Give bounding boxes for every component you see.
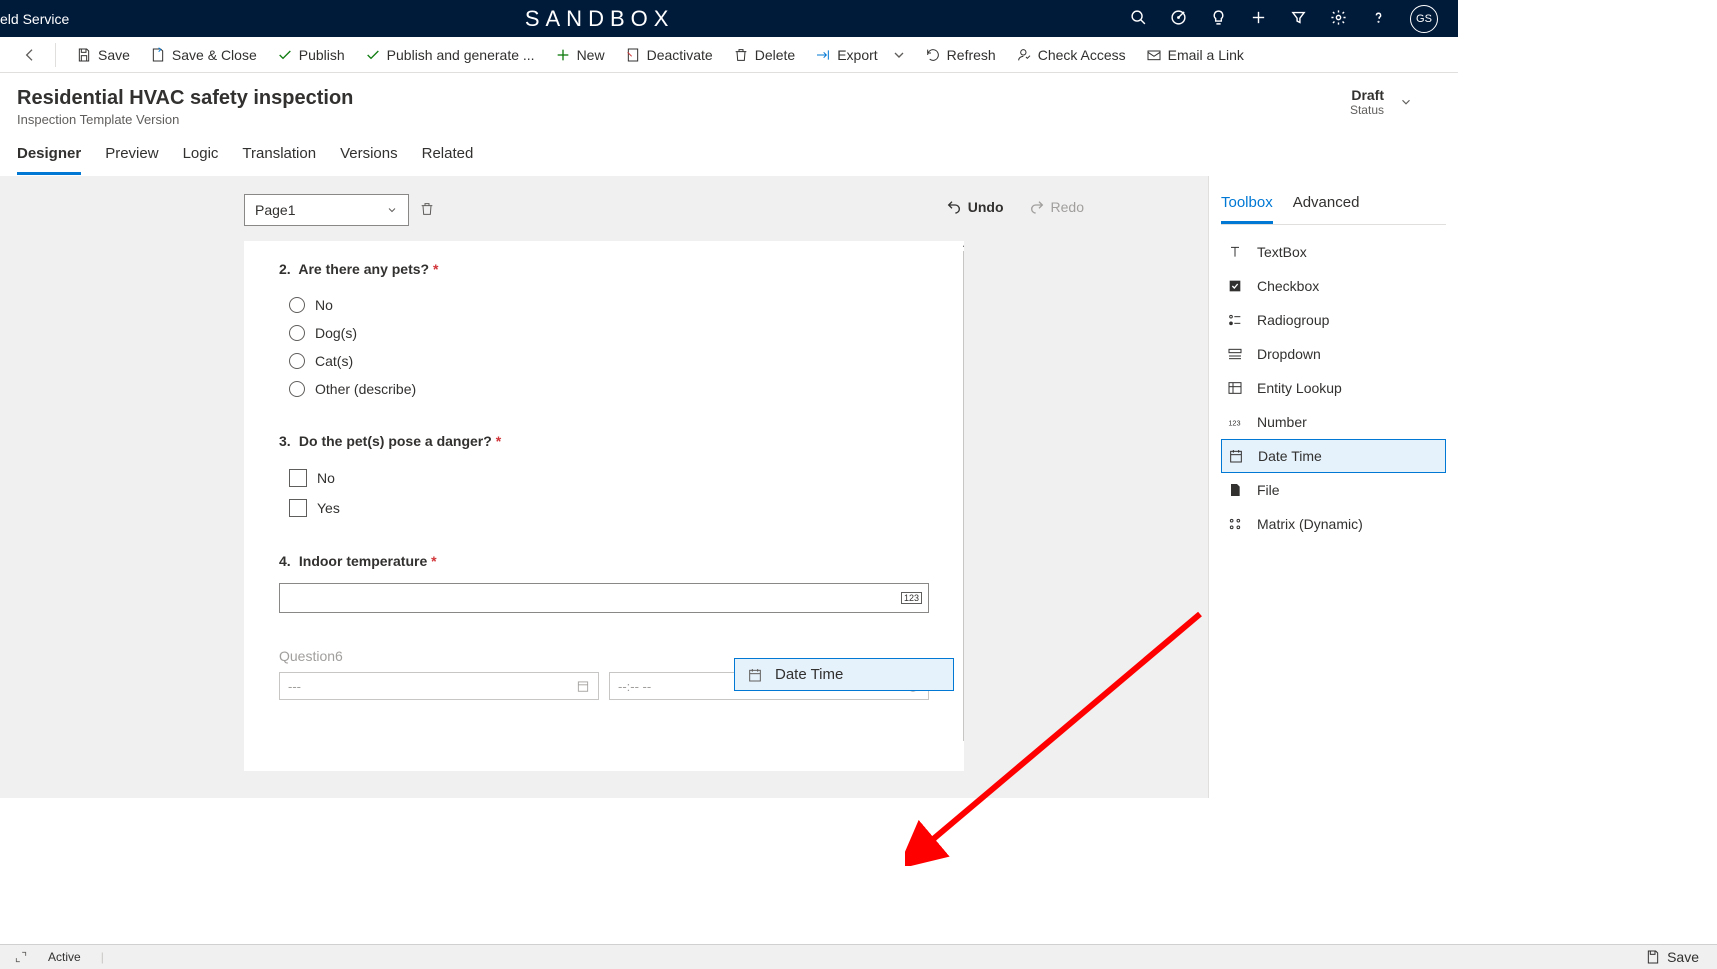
delete-button[interactable]: Delete <box>723 37 805 73</box>
back-button[interactable] <box>15 47 45 63</box>
required-indicator: * <box>433 261 438 277</box>
checkbox-option[interactable]: No <box>279 463 929 493</box>
record-header: Residential HVAC safety inspection Inspe… <box>0 73 1458 127</box>
refresh-button[interactable]: Refresh <box>915 37 1006 73</box>
calendar-icon <box>747 667 763 683</box>
delete-page-button[interactable] <box>419 201 435 220</box>
designer-main: Page1 Undo Redo ▲ ▼ 2. Are there any pet… <box>0 176 1458 798</box>
sandbox-label: SANDBOX <box>69 6 1130 32</box>
target-icon[interactable] <box>1170 9 1187 29</box>
tool-matrix[interactable]: Matrix (Dynamic) <box>1221 507 1446 541</box>
avatar-initials: GS <box>1416 13 1432 25</box>
question-3[interactable]: 3. Do the pet(s) pose a danger? * No Yes <box>279 433 929 523</box>
page-title: Residential HVAC safety inspection <box>17 87 353 110</box>
tab-preview[interactable]: Preview <box>105 145 158 175</box>
command-bar: Save Save & Close Publish Publish and ge… <box>0 37 1458 73</box>
chevron-down-icon <box>386 204 398 216</box>
right-panel: Toolbox Advanced TextBox Checkbox Radiog… <box>1208 176 1458 798</box>
record-subtitle: Inspection Template Version <box>17 112 353 127</box>
date-input[interactable]: --- <box>279 672 599 700</box>
tab-logic[interactable]: Logic <box>183 145 219 175</box>
scrollbar-thumb[interactable] <box>963 251 964 741</box>
datetime-drag-ghost: Date Time <box>734 658 954 691</box>
radio-option[interactable]: Cat(s) <box>279 347 929 375</box>
status-block: Draft Status <box>1350 87 1438 117</box>
check-access-button[interactable]: Check Access <box>1006 37 1136 73</box>
radio-icon <box>289 297 305 313</box>
tab-related[interactable]: Related <box>422 145 474 175</box>
question-6[interactable]: Question6 Date Time --- --:-- -- <box>279 648 929 700</box>
status-bar: Active | Save <box>0 944 1717 969</box>
required-indicator: * <box>496 433 501 449</box>
tab-versions[interactable]: Versions <box>340 145 398 175</box>
help-icon[interactable] <box>1370 9 1387 29</box>
checkbox-option[interactable]: Yes <box>279 493 929 523</box>
new-button[interactable]: New <box>545 37 615 73</box>
app-name: eld Service <box>0 11 69 27</box>
tab-advanced[interactable]: Advanced <box>1293 194 1360 224</box>
redo-button[interactable]: Redo <box>1029 199 1084 215</box>
save-button-footer[interactable]: Save <box>1641 945 1703 969</box>
tool-textbox[interactable]: TextBox <box>1221 235 1446 269</box>
tab-designer[interactable]: Designer <box>17 145 81 175</box>
expand-icon[interactable] <box>14 950 28 964</box>
email-link-button[interactable]: Email a Link <box>1136 37 1254 73</box>
tool-dropdown[interactable]: Dropdown <box>1221 337 1446 371</box>
gear-icon[interactable] <box>1330 9 1347 29</box>
design-canvas[interactable]: ▲ ▼ 2. Are there any pets? * No Dog(s) C… <box>244 241 964 771</box>
radio-option[interactable]: Other (describe) <box>279 375 929 403</box>
save-button[interactable]: Save <box>66 37 140 73</box>
calendar-icon <box>576 679 590 693</box>
export-chevron[interactable] <box>883 37 915 73</box>
filter-icon[interactable] <box>1290 9 1307 29</box>
chevron-down-icon[interactable] <box>1399 95 1413 109</box>
tool-radiogroup[interactable]: Radiogroup <box>1221 303 1446 337</box>
tool-checkbox[interactable]: Checkbox <box>1221 269 1446 303</box>
radio-icon <box>289 353 305 369</box>
tool-datetime[interactable]: Date Time <box>1221 439 1446 473</box>
radio-option[interactable]: Dog(s) <box>279 319 929 347</box>
required-indicator: * <box>431 553 436 569</box>
tab-toolbox[interactable]: Toolbox <box>1221 194 1273 224</box>
scroll-up-indicator: ▲ <box>961 241 964 249</box>
top-navigation-bar: eld Service SANDBOX GS <box>0 0 1458 37</box>
checkbox-icon <box>289 469 307 487</box>
svg-text:123: 123 <box>1228 418 1240 427</box>
status-label: Status <box>1350 103 1384 117</box>
deactivate-button[interactable]: Deactivate <box>615 37 723 73</box>
save-close-button[interactable]: Save & Close <box>140 37 267 73</box>
radio-option[interactable]: No <box>279 291 929 319</box>
radio-icon <box>289 325 305 341</box>
page-selector[interactable]: Page1 <box>244 194 409 226</box>
checkbox-icon <box>289 499 307 517</box>
radio-icon <box>289 381 305 397</box>
tool-file[interactable]: File <box>1221 473 1446 507</box>
lightbulb-icon[interactable] <box>1210 9 1227 29</box>
status-value: Draft <box>1350 87 1384 103</box>
status-text: Active <box>48 950 81 964</box>
tool-entity-lookup[interactable]: Entity Lookup <box>1221 371 1446 405</box>
search-icon[interactable] <box>1130 9 1147 29</box>
avatar[interactable]: GS <box>1410 5 1438 33</box>
plus-icon[interactable] <box>1250 9 1267 29</box>
publish-button[interactable]: Publish <box>267 37 355 73</box>
number-input[interactable]: 123 <box>279 583 929 613</box>
publish-generate-button[interactable]: Publish and generate ... <box>355 37 545 73</box>
question-2[interactable]: 2. Are there any pets? * No Dog(s) Cat(s… <box>279 261 929 403</box>
export-button[interactable]: Export <box>805 37 887 73</box>
undo-button[interactable]: Undo <box>946 199 1004 215</box>
number-icon: 123 <box>901 592 922 604</box>
tool-number[interactable]: 123Number <box>1221 405 1446 439</box>
question-4[interactable]: 4. Indoor temperature * 123 <box>279 553 929 613</box>
tab-translation[interactable]: Translation <box>242 145 316 175</box>
form-tabs: Designer Preview Logic Translation Versi… <box>0 127 1458 176</box>
